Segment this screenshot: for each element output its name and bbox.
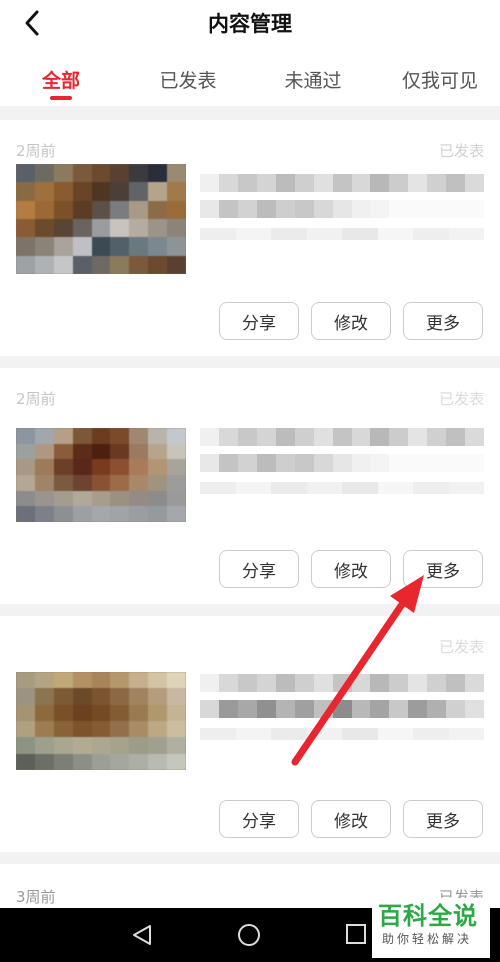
more-button[interactable]: 更多	[403, 302, 483, 340]
tab-rejected[interactable]: 未通过	[275, 66, 351, 93]
content-card[interactable]: 2周前 已发表 分享 修改 更多	[0, 120, 500, 356]
card-thumbnail[interactable]	[16, 164, 186, 274]
share-button[interactable]: 分享	[219, 550, 299, 588]
card-time: 3周前	[16, 888, 56, 906]
tab-published[interactable]: 已发表	[150, 66, 226, 93]
card-thumbnail[interactable]	[16, 672, 186, 770]
watermark-subtitle: 助你轻松解决	[382, 932, 473, 946]
watermark-title: 百科全说	[378, 902, 478, 930]
card-text-blurred	[200, 674, 485, 770]
more-button[interactable]: 更多	[403, 550, 483, 588]
nav-back-icon[interactable]	[130, 923, 154, 947]
edit-button[interactable]: 修改	[311, 550, 391, 588]
tab-all[interactable]: 全部	[38, 66, 84, 93]
more-button[interactable]: 更多	[403, 800, 483, 838]
nav-home-icon[interactable]	[238, 924, 260, 946]
share-button[interactable]: 分享	[219, 302, 299, 340]
card-text-blurred	[200, 174, 485, 270]
card-status: 已发表	[438, 390, 484, 408]
watermark-logo: 百科全说 助你轻松解决	[372, 898, 490, 958]
card-text-blurred	[200, 428, 485, 524]
tab-indicator	[50, 96, 72, 100]
edit-button[interactable]: 修改	[311, 302, 391, 340]
card-status: 已发表	[438, 142, 484, 160]
edit-button[interactable]: 修改	[311, 800, 391, 838]
nav-recent-apps-icon[interactable]	[346, 924, 366, 944]
content-card[interactable]: 已发表 分享 修改 更多	[0, 616, 500, 852]
card-time: 2周前	[16, 390, 56, 408]
tab-private[interactable]: 仅我可见	[392, 66, 488, 93]
card-thumbnail[interactable]	[16, 428, 186, 522]
content-card[interactable]: 2周前 已发表 分享 修改 更多	[0, 368, 500, 604]
tab-bar: 全部 已发表 未通过 仅我可见	[0, 48, 500, 106]
card-time: 2周前	[16, 142, 56, 160]
share-button[interactable]: 分享	[219, 800, 299, 838]
page-title: 内容管理	[208, 12, 292, 36]
header-bar: 内容管理	[0, 0, 500, 48]
card-status: 已发表	[438, 638, 484, 656]
